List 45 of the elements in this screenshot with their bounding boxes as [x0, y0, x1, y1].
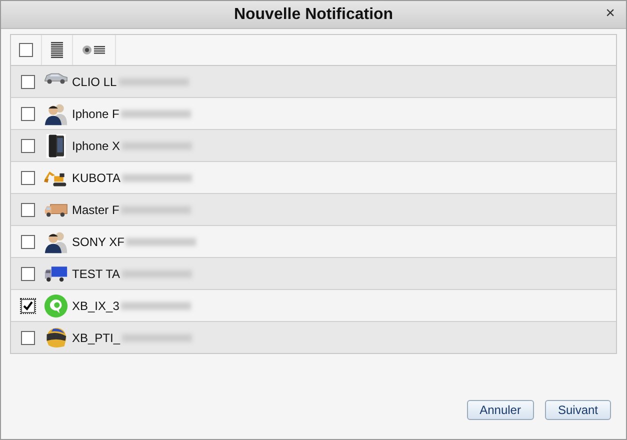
- row-checkbox[interactable]: [21, 138, 35, 152]
- car-icon: [44, 73, 68, 84]
- row-checkbox[interactable]: [21, 106, 35, 120]
- device-row[interactable]: Master F: [11, 194, 616, 226]
- device-name: CLIO LL: [72, 74, 117, 88]
- helmet-icon: [44, 326, 68, 350]
- blurred-text: [122, 142, 192, 150]
- device-name: XB_IX_3: [72, 298, 120, 312]
- row-checkbox[interactable]: [21, 266, 35, 280]
- blurred-text: [118, 78, 189, 86]
- device-row[interactable]: CLIO LL: [11, 66, 616, 98]
- people-icon: [44, 102, 68, 126]
- device-name: TEST TA: [72, 266, 120, 280]
- blurred-text: [122, 334, 192, 342]
- blurred-text: [122, 270, 192, 278]
- device-name: Master F: [72, 202, 120, 216]
- close-button[interactable]: ×: [602, 5, 618, 23]
- row-checkbox[interactable]: [21, 330, 35, 344]
- device-name: XB_PTI_: [72, 330, 120, 344]
- device-row[interactable]: TEST TA: [11, 258, 616, 290]
- row-checkbox[interactable]: [21, 234, 35, 248]
- chat-bubble-icon: [44, 294, 68, 318]
- people-icon: [44, 230, 68, 254]
- cancel-button[interactable]: Annuler: [466, 400, 534, 420]
- radio-list-icon[interactable]: [82, 45, 106, 55]
- blurred-text: [126, 238, 196, 246]
- blurred-text: [121, 206, 192, 214]
- blurred-text: [121, 302, 192, 310]
- row-checkbox[interactable]: [21, 170, 35, 184]
- device-name: Iphone F: [72, 106, 120, 120]
- device-name: SONY XF: [72, 234, 124, 248]
- list-icon[interactable]: [51, 42, 63, 58]
- row-checkbox[interactable]: [21, 202, 35, 216]
- select-all-checkbox[interactable]: [19, 43, 33, 57]
- blurred-text: [122, 174, 192, 182]
- row-checkbox[interactable]: [21, 298, 35, 312]
- device-row[interactable]: Iphone X: [11, 130, 616, 162]
- device-name: KUBOTA: [72, 170, 120, 184]
- device-name: Iphone X: [72, 138, 120, 152]
- window-title: Nouvelle Notification: [234, 6, 394, 24]
- phone-icon: [44, 134, 68, 158]
- row-checkbox[interactable]: [21, 74, 35, 88]
- blurred-text: [121, 110, 192, 118]
- next-button[interactable]: Suivant: [544, 400, 611, 420]
- device-row[interactable]: XB_PTI_: [11, 322, 616, 353]
